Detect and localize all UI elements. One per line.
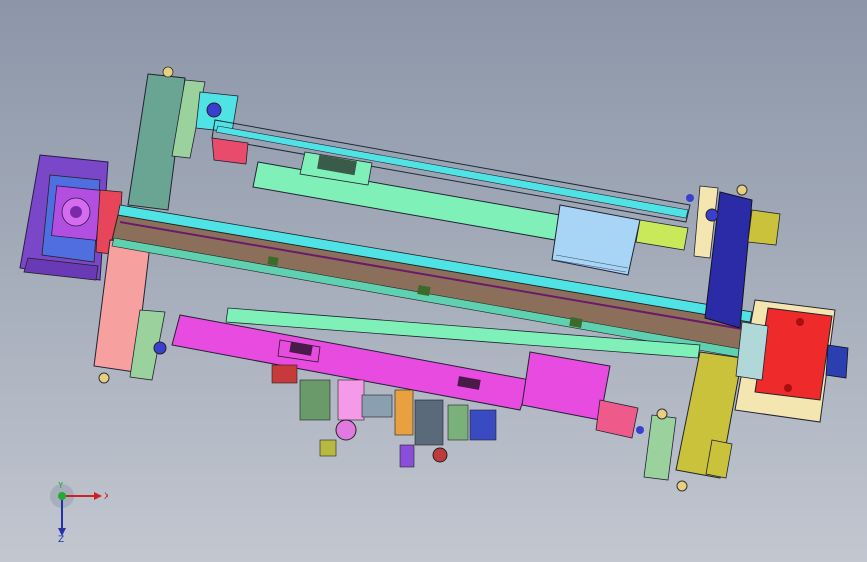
x-axis-label: X xyxy=(104,492,108,502)
z-axis-label: Z xyxy=(58,535,64,542)
lower-right-plate xyxy=(643,351,743,492)
y-axis-dot xyxy=(58,492,66,500)
axis-triad: X Y Z xyxy=(50,482,108,542)
y-axis-label: Y xyxy=(57,482,64,491)
left-motor-block xyxy=(19,154,123,281)
upper-left-column xyxy=(127,66,239,211)
cad-viewport[interactable] xyxy=(0,0,867,562)
lower-left-column xyxy=(93,239,167,384)
right-red-motor xyxy=(734,299,849,423)
upper-right-panel xyxy=(551,204,689,276)
